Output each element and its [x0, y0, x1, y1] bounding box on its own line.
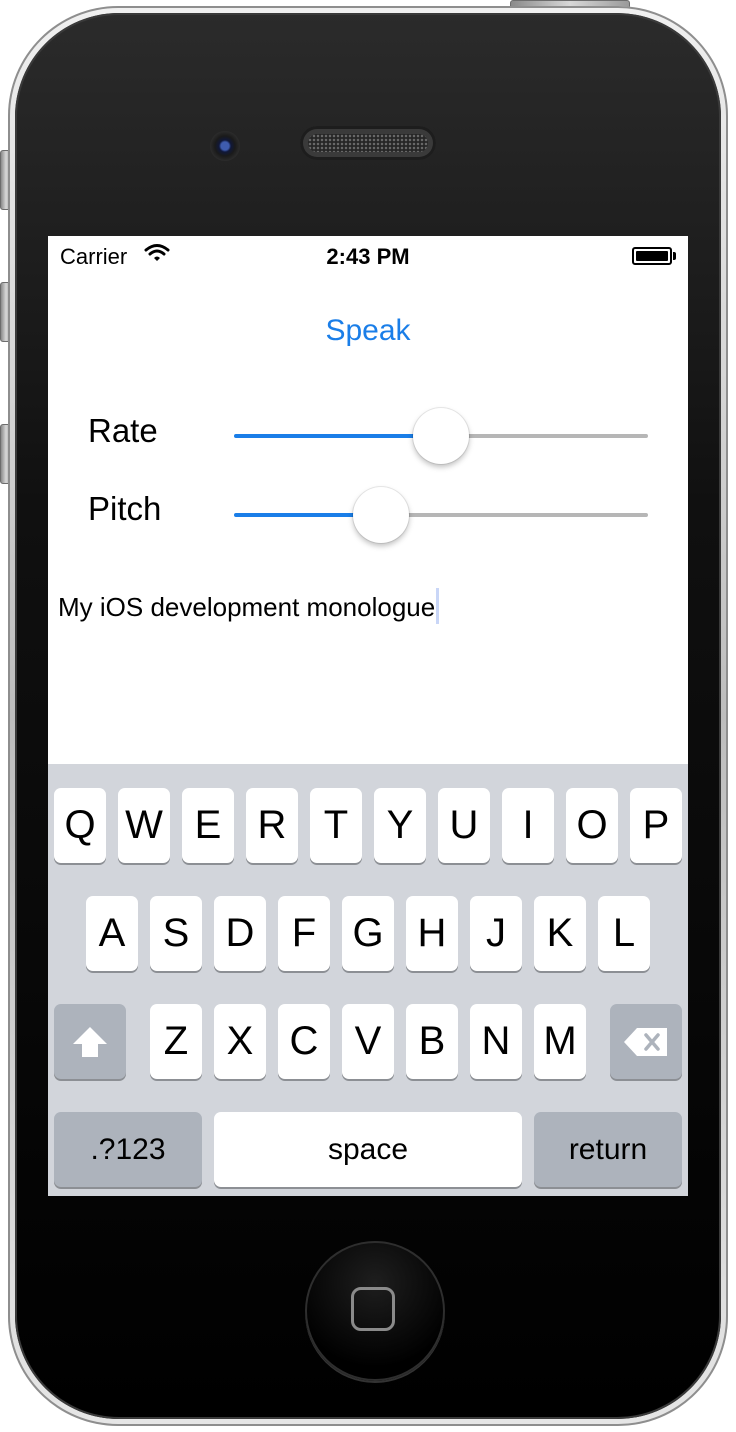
rate-slider[interactable] — [234, 406, 648, 466]
delete-key[interactable] — [610, 1004, 682, 1079]
shift-arrow-icon — [73, 1026, 107, 1057]
pitch-label: Pitch — [88, 490, 162, 527]
keyboard: QWERTYUIOP ASDFGHJKL ZXCVBNM .?123 space… — [48, 764, 688, 1196]
rate-slider-thumb[interactable] — [413, 408, 469, 464]
battery-tip — [673, 252, 676, 260]
key-x[interactable]: X — [214, 1004, 266, 1079]
speak-button[interactable]: Speak — [48, 314, 688, 348]
key-h[interactable]: H — [406, 896, 458, 971]
key-e[interactable]: E — [182, 788, 234, 863]
key-q[interactable]: Q — [54, 788, 106, 863]
battery-icon — [632, 247, 676, 265]
text-cursor — [436, 588, 440, 624]
key-j[interactable]: J — [470, 896, 522, 971]
key-a[interactable]: A — [86, 896, 138, 971]
key-c[interactable]: C — [278, 1004, 330, 1079]
status-time: 2:43 PM — [326, 244, 410, 269]
earpiece-speaker — [300, 126, 436, 160]
text-view-content: My iOS development monologue — [58, 592, 436, 622]
key-o[interactable]: O — [566, 788, 618, 863]
shift-key[interactable] — [54, 1004, 126, 1079]
key-v[interactable]: V — [342, 1004, 394, 1079]
key-r[interactable]: R — [246, 788, 298, 863]
text-view[interactable]: My iOS development monologue — [58, 588, 678, 748]
rate-track-empty — [441, 434, 648, 438]
key-u[interactable]: U — [438, 788, 490, 863]
key-b[interactable]: B — [406, 1004, 458, 1079]
home-button[interactable] — [305, 1241, 445, 1381]
key-g[interactable]: G — [342, 896, 394, 971]
front-camera-icon — [210, 131, 240, 161]
rate-track-filled — [234, 434, 441, 438]
key-y[interactable]: Y — [374, 788, 426, 863]
key-w[interactable]: W — [118, 788, 170, 863]
return-key[interactable]: return — [534, 1112, 682, 1187]
status-bar: Carrier 2:43 PM — [48, 236, 688, 276]
speaker-grill — [308, 134, 428, 152]
numbers-key[interactable]: .?123 — [54, 1112, 202, 1187]
key-s[interactable]: S — [150, 896, 202, 971]
key-m[interactable]: M — [534, 1004, 586, 1079]
pitch-track-empty — [381, 513, 648, 517]
backspace-icon — [624, 1027, 667, 1056]
key-p[interactable]: P — [630, 788, 682, 863]
pitch-slider-thumb[interactable] — [353, 487, 409, 543]
key-t[interactable]: T — [310, 788, 362, 863]
key-d[interactable]: D — [214, 896, 266, 971]
key-f[interactable]: F — [278, 896, 330, 971]
space-key[interactable]: space — [214, 1112, 522, 1187]
key-n[interactable]: N — [470, 1004, 522, 1079]
key-i[interactable]: I — [502, 788, 554, 863]
battery-body — [632, 247, 672, 265]
key-l[interactable]: L — [598, 896, 650, 971]
key-k[interactable]: K — [534, 896, 586, 971]
app-screen: Carrier 2:43 PM Speak Rate Pitch My iOS … — [48, 236, 688, 1196]
key-z[interactable]: Z — [150, 1004, 202, 1079]
home-square-icon — [351, 1287, 395, 1331]
pitch-slider[interactable] — [234, 485, 648, 545]
battery-fill — [636, 251, 668, 261]
rate-label: Rate — [88, 412, 158, 449]
